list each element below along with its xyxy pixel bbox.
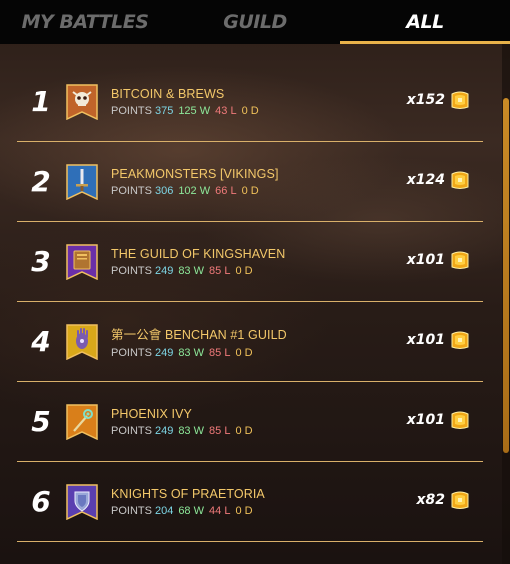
points-label: POINTS — [111, 504, 152, 517]
points-value: 249 — [154, 347, 174, 359]
reward-crate-icon — [449, 329, 471, 351]
reward-crate-icon — [449, 89, 471, 111]
scrollbar-thumb[interactable] — [503, 98, 509, 453]
points-label: POINTS — [111, 104, 152, 117]
wins-value: 83 W — [178, 264, 205, 277]
rank-number: 3 — [31, 245, 51, 278]
reward-multiplier: x101 — [406, 412, 445, 428]
tab-my-battles[interactable]: MY BATTLES — [0, 0, 170, 44]
shield-icon — [65, 483, 99, 520]
losses-value: 44 L — [209, 504, 231, 517]
sword-icon — [65, 163, 99, 200]
points-label: POINTS — [111, 424, 152, 437]
wins-value: 68 W — [178, 504, 205, 517]
draws-value: 0 D — [235, 424, 253, 437]
draws-value: 0 D — [235, 504, 253, 517]
leaderboard-row[interactable]: 2 PEAKMONSTERS [VIKINGS] POINTS 306 102 W6… — [17, 142, 483, 222]
wins-value: 83 W — [178, 347, 205, 359]
rank-number: 1 — [31, 85, 51, 118]
reward-crate-icon — [449, 249, 471, 271]
leaderboard-row[interactable]: 3 THE GUILD OF KINGSHAVEN POINTS 249 83 W8… — [17, 222, 483, 302]
losses-value: 66 L — [215, 184, 237, 197]
reward-multiplier: x101 — [406, 252, 445, 268]
reward: x101 — [407, 249, 471, 271]
reward-multiplier: x101 — [406, 332, 445, 348]
draws-value: 0 D — [241, 104, 259, 117]
reward: x101 — [407, 329, 471, 351]
reward-crate-icon — [449, 489, 471, 511]
points-value: 249 — [154, 264, 174, 277]
losses-value: 85 L — [209, 424, 231, 437]
points-label: POINTS — [111, 264, 152, 277]
staff-icon — [65, 403, 99, 440]
reward-crate-icon — [449, 409, 471, 431]
rank-number: 5 — [31, 405, 51, 438]
reward: x82 — [416, 489, 471, 511]
losses-value: 85 L — [209, 264, 231, 277]
hand-icon — [65, 323, 99, 360]
points-value: 375 — [154, 104, 174, 117]
wins-value: 83 W — [178, 424, 205, 437]
leaderboard-row[interactable]: 4 第一公會 BENCHAN #1 GUILD POINTS 249 83 W 85 … — [17, 302, 483, 382]
reward-multiplier: x152 — [406, 92, 445, 108]
draws-value: 0 D — [241, 184, 259, 197]
reward: x101 — [407, 409, 471, 431]
tab-bar: MY BATTLES GUILD ALL — [0, 0, 510, 44]
tab-guild[interactable]: GUILD — [170, 0, 340, 44]
reward: x152 — [407, 89, 471, 111]
leaderboard-row-partial[interactable] — [17, 542, 483, 564]
losses-value: 43 L — [215, 104, 237, 117]
points-label: POINTS — [111, 184, 152, 197]
points-value: 249 — [154, 424, 174, 437]
reward-crate-icon — [449, 169, 471, 191]
wins-value: 102 W — [178, 184, 211, 197]
points-label: POINTS — [111, 347, 152, 359]
reward: x124 — [407, 169, 471, 191]
reward-multiplier: x82 — [416, 492, 445, 508]
rank-number: 6 — [31, 485, 51, 518]
leaderboard-row[interactable]: 5 PHOENIX IVY POINTS 249 83 W 85 L0 D x101 — [17, 382, 483, 462]
scrollbar[interactable] — [502, 44, 510, 564]
draws-value: 0 D — [235, 347, 253, 359]
leaderboard-row[interactable]: 1 BITCOIN & BREWS POINTS 375 125 W 43 L0 D … — [17, 62, 483, 142]
points-value: 306 — [154, 184, 174, 197]
losses-value: 85 L — [209, 347, 231, 359]
tab-all[interactable]: ALL — [340, 0, 510, 44]
rank-number: 4 — [31, 325, 51, 358]
book-icon — [65, 243, 99, 280]
draws-value: 0 D — [235, 264, 253, 277]
wins-value: 125 W — [178, 104, 211, 117]
guild-leaderboard: 1 BITCOIN & BREWS POINTS 375 125 W 43 L0 D … — [17, 62, 483, 564]
skull-icon — [65, 83, 99, 120]
rank-number: 2 — [31, 165, 51, 198]
reward-multiplier: x124 — [406, 172, 445, 188]
leaderboard-row[interactable]: 6 KNIGHTS OF PRAETORIA POINTS 204 68 W 44 L… — [17, 462, 483, 542]
points-value: 204 — [154, 504, 174, 517]
